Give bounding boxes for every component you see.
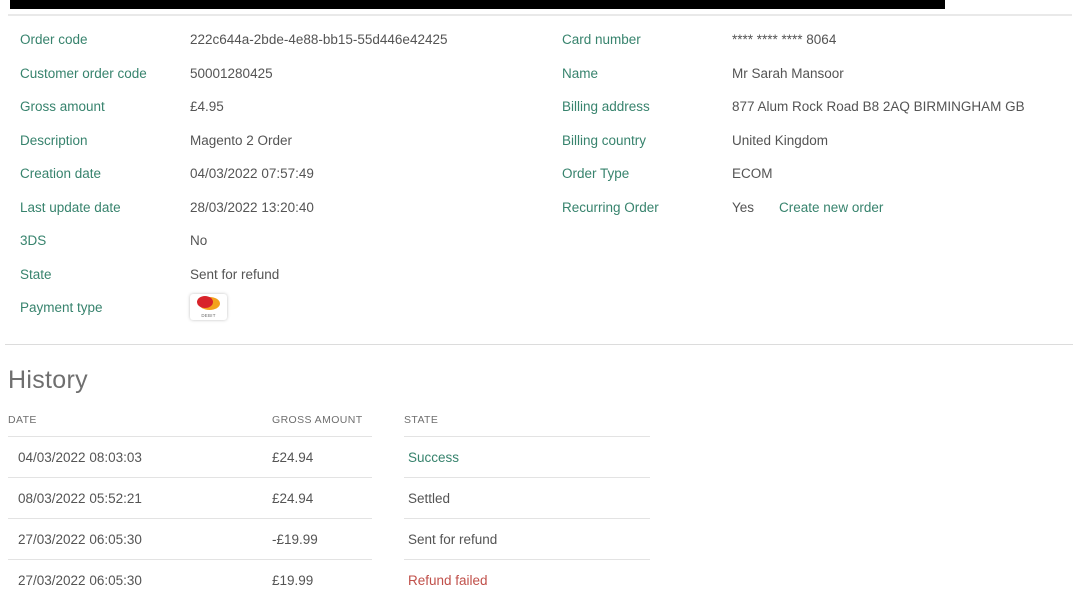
history-table: DATE GROSS AMOUNT STATE 04/03/2022 08:03…: [8, 410, 650, 600]
field-value: United Kingdom: [732, 131, 828, 150]
field-label: Last update date: [20, 198, 190, 217]
field-value: Yes Create new order: [732, 198, 883, 217]
field-value: 50001280425: [190, 64, 273, 83]
field-label: Name: [562, 64, 732, 83]
detail-row-billing-country: Billing country United Kingdom: [562, 131, 1078, 150]
history-gross-amount: £24.94: [272, 478, 372, 518]
top-divider: [8, 14, 1072, 16]
history-date: 27/03/2022 06:05:30: [8, 560, 272, 600]
history-row: 27/03/2022 06:05:30 £19.99 Refund failed: [8, 560, 650, 600]
order-details-section: Order code 222c644a-2bde-4e88-bb15-55d44…: [0, 0, 1078, 335]
detail-row-3ds: 3DS No: [20, 231, 562, 250]
field-label: Billing address: [562, 97, 732, 116]
history-row: 27/03/2022 06:05:30 -£19.99 Sent for ref…: [8, 519, 650, 560]
field-label: Gross amount: [20, 97, 190, 116]
order-details-left-column: Order code 222c644a-2bde-4e88-bb15-55d44…: [20, 30, 562, 335]
field-value: No: [190, 231, 207, 250]
mastercard-debit-icon: DEBIT: [190, 294, 227, 320]
history-gross-amount: £19.99: [272, 560, 372, 600]
field-value: 28/03/2022 13:20:40: [190, 198, 314, 217]
history-state: Success: [404, 437, 650, 477]
detail-row-creation-date: Creation date 04/03/2022 07:57:49: [20, 164, 562, 183]
field-label: Creation date: [20, 164, 190, 183]
history-gross-amount: £24.94: [272, 437, 372, 477]
field-label: 3DS: [20, 231, 190, 250]
detail-row-name: Name Mr Sarah Mansoor: [562, 64, 1078, 83]
field-value: Mr Sarah Mansoor: [732, 64, 844, 83]
detail-row-description: Description Magento 2 Order: [20, 131, 562, 150]
history-section-title: History: [8, 366, 88, 395]
field-label: Order code: [20, 30, 190, 49]
recurring-order-value: Yes: [732, 200, 754, 215]
column-header-gross-amount: GROSS AMOUNT: [272, 410, 372, 436]
column-header-state: STATE: [404, 410, 650, 436]
detail-row-card-number: Card number **** **** **** 8064: [562, 30, 1078, 49]
detail-row-state: State Sent for refund: [20, 265, 562, 284]
history-state: Settled: [404, 478, 650, 518]
field-label: Recurring Order: [562, 198, 732, 217]
field-label: Order Type: [562, 164, 732, 183]
field-label: Billing country: [562, 131, 732, 150]
field-value: 04/03/2022 07:57:49: [190, 164, 314, 183]
order-details-right-column: Card number **** **** **** 8064 Name Mr …: [562, 30, 1078, 335]
field-label: Card number: [562, 30, 732, 49]
field-value: Sent for refund: [190, 265, 279, 284]
field-value: 222c644a-2bde-4e88-bb15-55d446e42425: [190, 30, 447, 49]
history-state: Sent for refund: [404, 519, 650, 559]
column-header-date: DATE: [8, 410, 272, 436]
field-value: **** **** **** 8064: [732, 30, 836, 49]
section-divider: [5, 344, 1073, 345]
field-value: DEBIT: [190, 298, 227, 320]
field-label: Payment type: [20, 298, 190, 317]
history-row: 04/03/2022 08:03:03 £24.94 Success: [8, 437, 650, 478]
field-value: ECOM: [732, 164, 773, 183]
create-new-order-link[interactable]: Create new order: [779, 200, 883, 215]
history-gross-amount: -£19.99: [272, 519, 372, 559]
history-table-header: DATE GROSS AMOUNT STATE: [8, 410, 650, 437]
detail-row-order-type: Order Type ECOM: [562, 164, 1078, 183]
detail-row-order-code: Order code 222c644a-2bde-4e88-bb15-55d44…: [20, 30, 562, 49]
field-value: Magento 2 Order: [190, 131, 292, 150]
field-label: State: [20, 265, 190, 284]
detail-row-recurring-order: Recurring Order Yes Create new order: [562, 198, 1078, 217]
detail-row-customer-order-code: Customer order code 50001280425: [20, 64, 562, 83]
field-label: Description: [20, 131, 190, 150]
history-date: 04/03/2022 08:03:03: [8, 437, 272, 477]
field-label: Customer order code: [20, 64, 190, 83]
detail-row-payment-type: Payment type DEBIT: [20, 298, 562, 320]
debit-label: DEBIT: [198, 311, 218, 321]
mastercard-red-circle: [197, 296, 213, 308]
detail-row-gross-amount: Gross amount £4.95: [20, 97, 562, 116]
detail-row-last-update-date: Last update date 28/03/2022 13:20:40: [20, 198, 562, 217]
history-date: 08/03/2022 05:52:21: [8, 478, 272, 518]
detail-row-billing-address: Billing address 877 Alum Rock Road B8 2A…: [562, 97, 1078, 116]
window-top-bar: [10, 0, 945, 9]
history-date: 27/03/2022 06:05:30: [8, 519, 272, 559]
field-value: £4.95: [190, 97, 224, 116]
field-value: 877 Alum Rock Road B8 2AQ BIRMINGHAM GB: [732, 97, 1025, 116]
history-row: 08/03/2022 05:52:21 £24.94 Settled: [8, 478, 650, 519]
history-state: Refund failed: [404, 560, 650, 600]
